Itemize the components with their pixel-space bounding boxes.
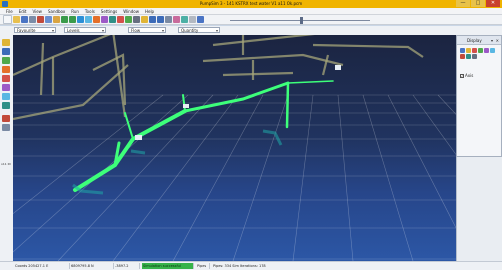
display-panel-header: Display ▾ ✕: [457, 36, 501, 45]
active-pipe-network: [73, 80, 334, 192]
menu-sandbox[interactable]: Sandbox: [48, 9, 65, 14]
axis-label: Axis: [465, 73, 474, 78]
nodes-icon[interactable]: [466, 54, 471, 59]
new-file-icon[interactable]: [3, 15, 12, 24]
display-icon-row: [460, 48, 496, 59]
window-title: PumpSim 3 - 141 KSTRX test water V1 a11 …: [199, 1, 303, 6]
layers-icon[interactable]: [181, 16, 188, 23]
axis-checkbox[interactable]: ✓: [460, 73, 464, 78]
quantity-select[interactable]: Quantity: [178, 27, 220, 34]
copy-icon[interactable]: [45, 16, 52, 23]
close-button[interactable]: ✕: [486, 0, 500, 7]
display-panel: Display ▾ ✕ ✓ Axis: [456, 35, 502, 157]
select-tool-icon[interactable]: [2, 39, 10, 46]
menu-settings[interactable]: Settings: [101, 9, 117, 14]
coords-elevation: -3897.2: [114, 263, 140, 269]
delete-icon[interactable]: [2, 115, 10, 122]
properties-icon[interactable]: [2, 124, 10, 131]
zoom-out-icon[interactable]: [157, 16, 164, 23]
panel-close-icon[interactable]: ✕: [496, 38, 499, 43]
valve-icon[interactable]: [93, 16, 100, 23]
pipe-icon[interactable]: [85, 16, 92, 23]
menu-tools[interactable]: Tools: [85, 9, 95, 14]
cut-icon[interactable]: [37, 16, 44, 23]
labels-icon[interactable]: [484, 48, 489, 53]
lighting-icon[interactable]: [466, 48, 471, 53]
pan-tool-icon[interactable]: [2, 48, 10, 55]
redo-icon[interactable]: [69, 16, 76, 23]
grid-toggle-icon[interactable]: [460, 48, 465, 53]
rotate-icon[interactable]: [165, 16, 172, 23]
water-icon[interactable]: [490, 48, 495, 53]
3d-viewport[interactable]: [13, 35, 456, 261]
coords-east: Coords 205427.1 E: [14, 263, 70, 269]
status-bar: Coords 205427.1 E 6809795.8 N -3897.2 Si…: [0, 261, 502, 270]
print-icon[interactable]: [29, 16, 36, 23]
help-icon[interactable]: [197, 16, 204, 23]
minimize-button[interactable]: —: [456, 0, 470, 7]
levels-select[interactable]: Levels: [64, 27, 106, 34]
menu-view[interactable]: View: [32, 9, 42, 14]
pump-icon[interactable]: [77, 16, 84, 23]
open-folder-icon[interactable]: [13, 16, 20, 23]
view-3d-icon[interactable]: [173, 16, 180, 23]
add-tank-icon[interactable]: [2, 84, 10, 91]
display-panel-title: Display: [467, 38, 482, 43]
flow-select[interactable]: Flow: [128, 27, 166, 34]
favourite-select[interactable]: Favourite: [14, 27, 56, 34]
pressure-icon[interactable]: [460, 54, 465, 59]
ground-shadow: [72, 129, 283, 195]
pump-nodes: [135, 65, 341, 140]
add-pump-icon[interactable]: [2, 75, 10, 82]
coords-north: 6809795.8 N: [70, 263, 114, 269]
node-icon[interactable]: [109, 16, 116, 23]
panel-pin-icon[interactable]: ▾: [491, 38, 493, 43]
measure-icon[interactable]: [2, 93, 10, 100]
maximize-button[interactable]: □: [471, 0, 485, 7]
play-icon[interactable]: [125, 16, 132, 23]
window-controls: — □ ✕: [456, 0, 500, 8]
menu-edit[interactable]: Edit: [19, 9, 27, 14]
simulation-status: Simulation successful: [142, 263, 194, 269]
add-node-icon[interactable]: [2, 66, 10, 73]
scene-canvas: [13, 35, 456, 261]
pipes-info: Pipes: 334 Sim Iterations: 178: [213, 264, 266, 268]
left-toolbar-label: o11 ID: [1, 162, 11, 166]
background-icon[interactable]: [472, 54, 477, 59]
inactive-pipe-network: [13, 35, 424, 121]
menu-run[interactable]: Run: [71, 9, 79, 14]
axis-toggle[interactable]: ✓ Axis: [460, 73, 473, 78]
pipes-label: Pipes: [196, 263, 210, 269]
paste-icon[interactable]: [53, 16, 60, 23]
left-toolbar: o11 ID: [0, 35, 14, 261]
draw-pipe-icon[interactable]: [2, 57, 10, 64]
section-icon[interactable]: [2, 102, 10, 109]
side-scroll-area[interactable]: [456, 157, 502, 261]
undo-icon[interactable]: [61, 16, 68, 23]
run-icon[interactable]: [117, 16, 124, 23]
menu-help[interactable]: Help: [145, 9, 154, 14]
menu-window[interactable]: Window: [123, 9, 139, 14]
chart-icon[interactable]: [141, 16, 148, 23]
save-icon[interactable]: [21, 16, 28, 23]
tank-icon[interactable]: [101, 16, 108, 23]
settings-icon[interactable]: [189, 16, 196, 23]
flow-display-icon[interactable]: [478, 48, 483, 53]
ground-grid: [13, 94, 456, 261]
color-scheme-icon[interactable]: [472, 48, 477, 53]
menu-file[interactable]: File: [6, 9, 13, 14]
animation-slider-thumb[interactable]: [300, 17, 303, 24]
menu-bar: File Edit View Sandbox Run Tools Setting…: [0, 8, 502, 15]
title-bar: PumpSim 3 - 141 KSTRX test water V1 a11 …: [0, 0, 502, 8]
zoom-in-icon[interactable]: [149, 16, 156, 23]
stop-icon[interactable]: [133, 16, 140, 23]
